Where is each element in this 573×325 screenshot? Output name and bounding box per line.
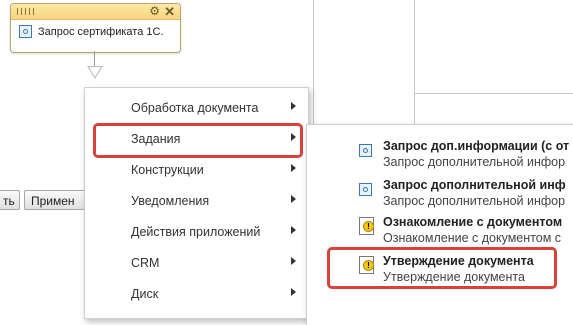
- submenu-item-desc: Запрос дополнительной инфор: [383, 194, 566, 208]
- chevron-right-icon: [291, 226, 296, 234]
- submenu-item-title: Ознакомление с документом: [383, 215, 563, 229]
- submenu-item-title: Запрос доп.информации (с от: [383, 139, 570, 153]
- highlight-frame: [93, 123, 303, 158]
- chevron-right-icon: [291, 257, 296, 265]
- menu-item-label: Диск: [131, 287, 159, 301]
- menu-item-app-actions[interactable]: Действия приложений: [85, 218, 308, 249]
- submenu-item-request-info-ext[interactable]: Запрос доп.информации (с от Запрос допол…: [307, 137, 573, 177]
- submenu-item-request-info[interactable]: Запрос дополнительной инф Запрос дополни…: [307, 176, 573, 216]
- menu-item-constructions[interactable]: Конструкции: [85, 156, 308, 187]
- menu-item-disk[interactable]: Диск: [85, 280, 308, 311]
- drag-grip-icon[interactable]: [17, 8, 37, 15]
- close-icon[interactable]: ✕: [164, 4, 175, 19]
- menu-item-label: Уведомления: [131, 194, 210, 208]
- chevron-right-icon: [291, 102, 296, 110]
- activity-icon: [359, 183, 372, 196]
- canvas-line: [313, 0, 314, 124]
- menu-item-label: CRM: [131, 256, 160, 270]
- menu-item-document-processing[interactable]: Обработка документа: [85, 94, 308, 125]
- menu-item-crm[interactable]: CRM: [85, 249, 308, 280]
- background-button[interactable]: ть: [0, 190, 20, 210]
- menu-item-label: Конструкции: [131, 163, 204, 177]
- submenu-item-desc: Запрос дополнительной инфор: [383, 155, 566, 169]
- context-menu: Обработка документа Задания Конструкции …: [84, 87, 309, 319]
- arrow-inner: [89, 67, 101, 77]
- highlight-frame: [327, 247, 557, 289]
- document-warning-icon: [359, 217, 374, 235]
- chevron-right-icon: [291, 195, 296, 203]
- activity-icon: [359, 144, 372, 157]
- submenu-item-desc: Ознакомление с документом с: [383, 231, 562, 245]
- submenu-item-title: Запрос дополнительной инф: [383, 178, 566, 192]
- menu-item-notifications[interactable]: Уведомления: [85, 187, 308, 218]
- activity-icon: [19, 25, 32, 38]
- canvas-line: [414, 93, 573, 94]
- submenu-tasks: Запрос доп.информации (с от Запрос допол…: [306, 124, 573, 325]
- chevron-right-icon: [291, 288, 296, 296]
- apply-button[interactable]: Примен: [24, 190, 86, 210]
- activity-label: Запрос сертификата 1С.: [38, 25, 164, 38]
- chevron-right-icon: [291, 164, 296, 172]
- activity-header[interactable]: ⚙ ✕: [11, 4, 180, 20]
- activity-block[interactable]: ⚙ ✕ Запрос сертификата 1С.: [10, 3, 181, 53]
- menu-item-label: Обработка документа: [131, 101, 259, 115]
- gear-icon[interactable]: ⚙: [149, 4, 160, 19]
- canvas-line: [414, 0, 415, 124]
- connector-line: [94, 51, 95, 66]
- menu-item-label: Действия приложений: [131, 225, 261, 239]
